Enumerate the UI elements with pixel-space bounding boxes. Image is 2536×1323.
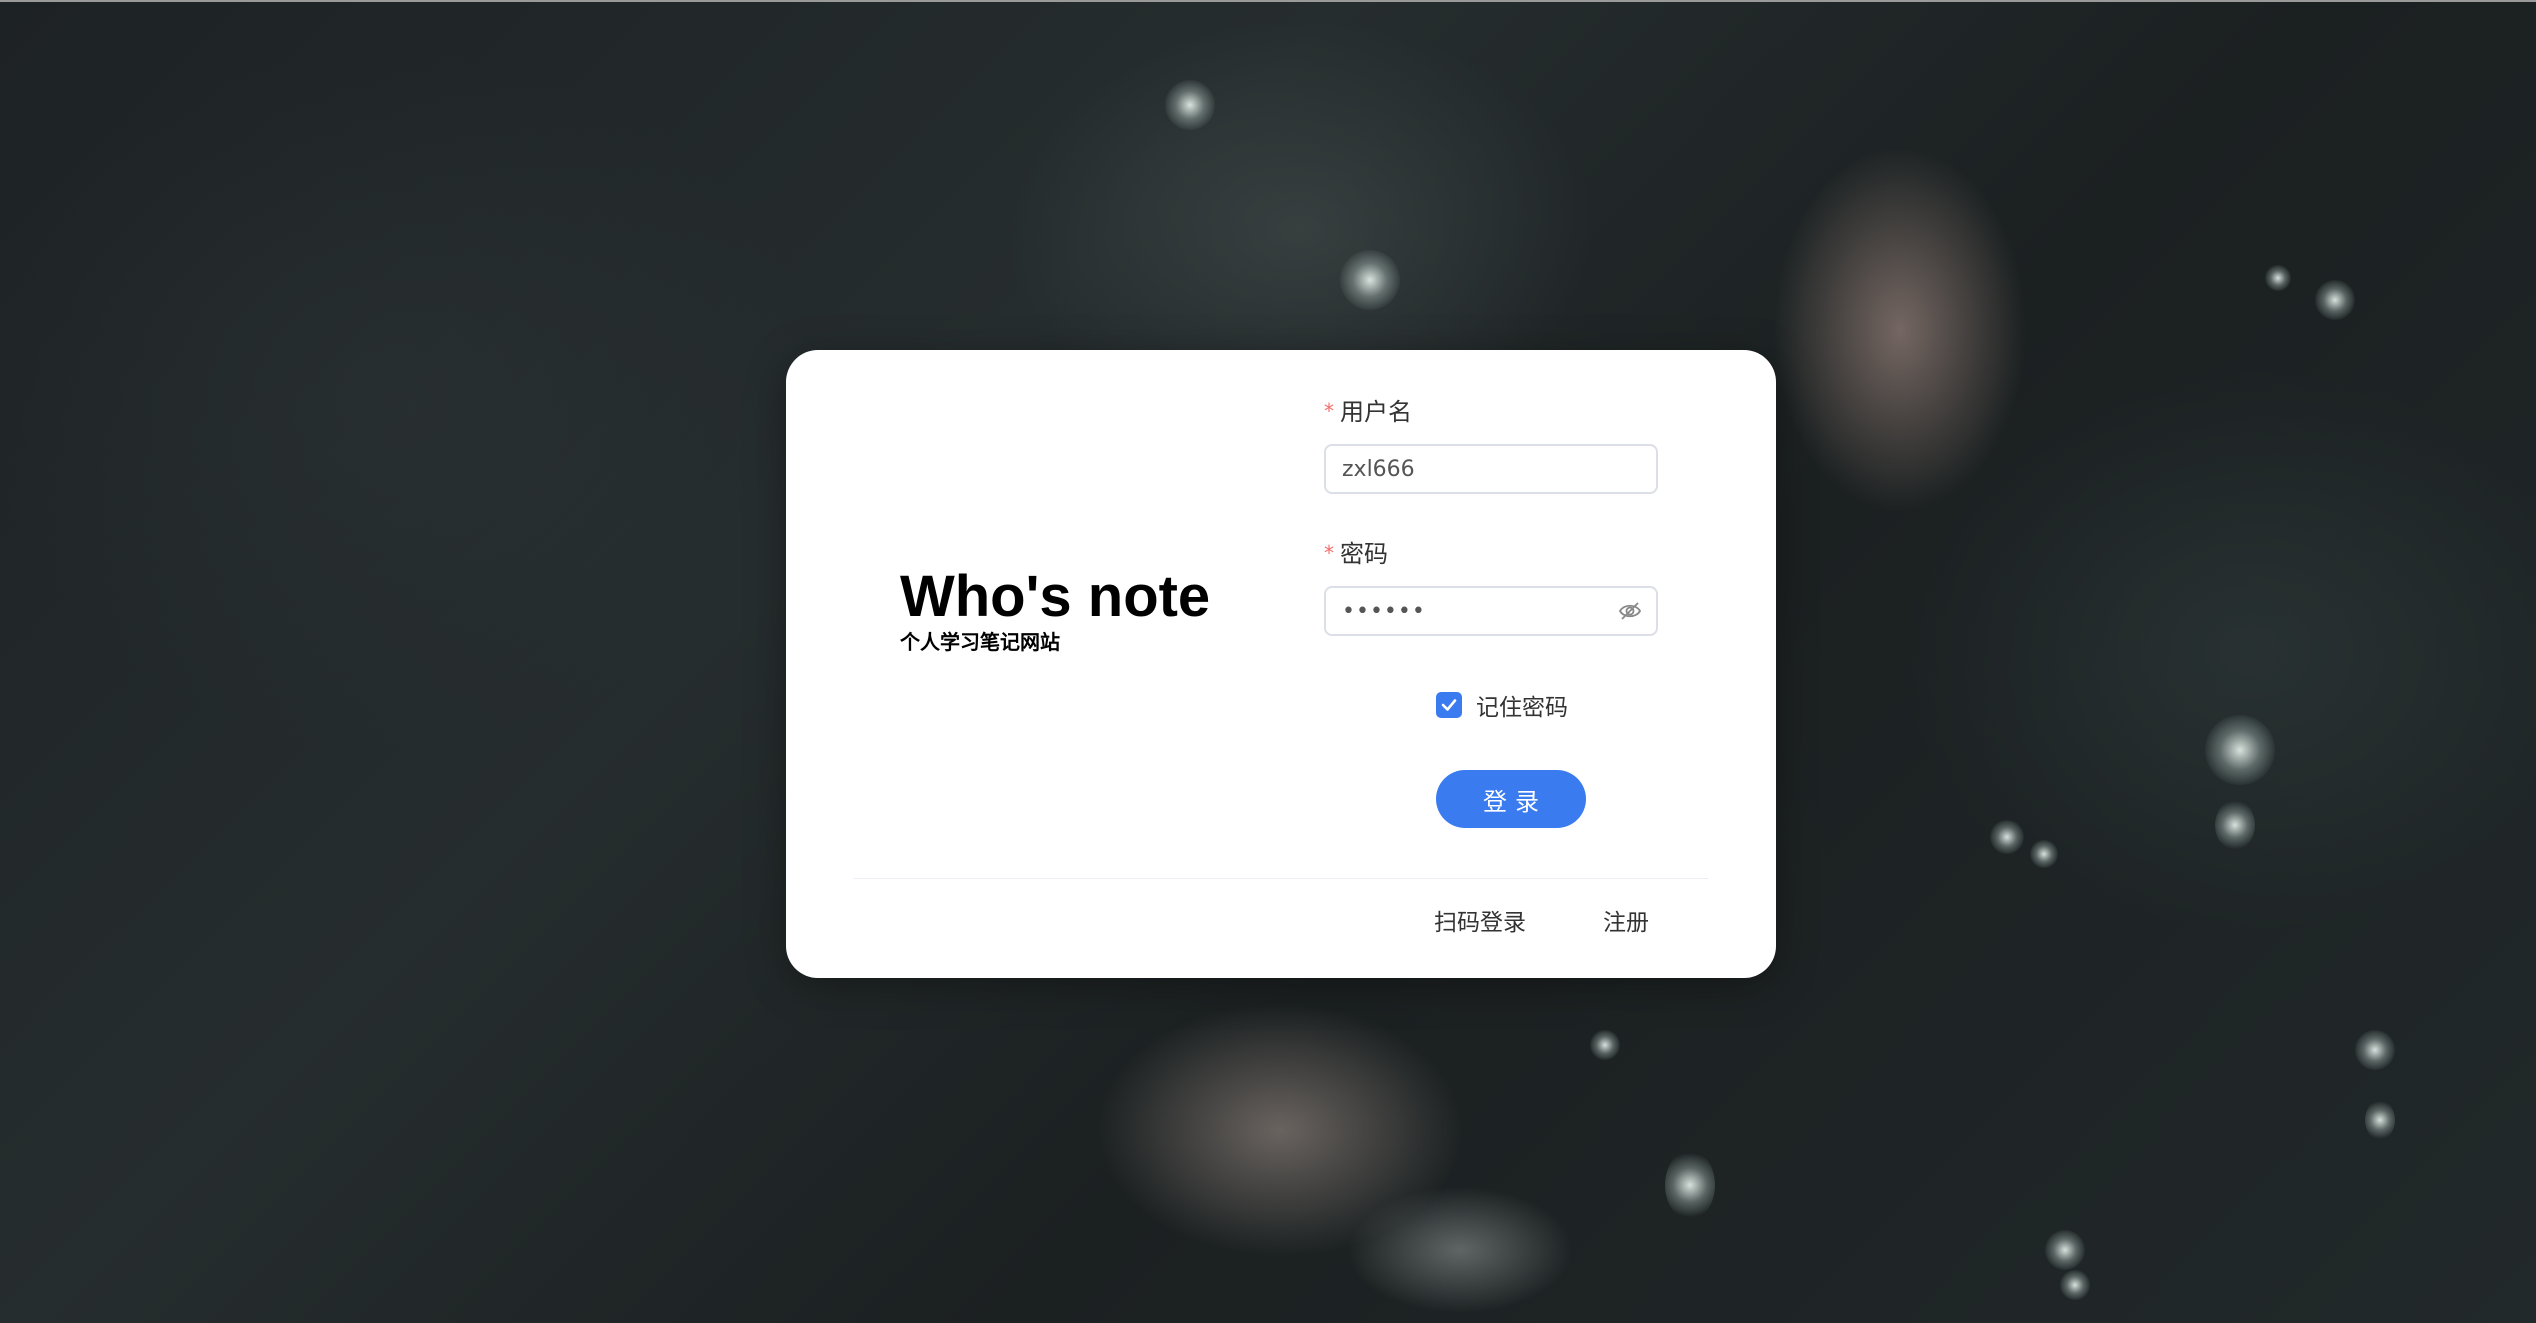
username-input[interactable] <box>1342 446 1602 492</box>
background-sparkle <box>2365 1100 2395 1140</box>
register-link[interactable]: 注册 <box>1603 912 1649 935</box>
background-sparkle <box>2030 840 2058 868</box>
brand-subtitle: 个人学习笔记网站 <box>900 630 1060 654</box>
login-button[interactable]: 登录 <box>1436 770 1586 828</box>
required-mark: * <box>1324 541 1334 565</box>
eye-off-icon[interactable] <box>1618 600 1642 622</box>
password-label-text: 密码 <box>1340 540 1388 568</box>
background-sparkle <box>1665 1150 1715 1220</box>
background-sparkle <box>1590 1030 1620 1060</box>
background-sparkle <box>2315 280 2355 320</box>
password-input[interactable] <box>1342 588 1602 634</box>
background-sparkle <box>1165 80 1215 130</box>
username-label: * 用户名 <box>1324 400 1412 424</box>
remember-checkbox[interactable] <box>1436 692 1462 718</box>
remember-password[interactable]: 记住密码 <box>1436 690 1568 721</box>
background-sparkle <box>2045 1230 2085 1270</box>
background-sparkle <box>2205 715 2275 785</box>
password-field[interactable] <box>1324 586 1658 636</box>
background-sparkle <box>2215 800 2255 850</box>
background-sparkle <box>2265 265 2291 291</box>
brand-title: Who's note <box>900 564 1211 629</box>
remember-label: 记住密码 <box>1476 695 1568 721</box>
password-label: * 密码 <box>1324 542 1388 566</box>
background-sparkle <box>1990 820 2024 854</box>
background-sparkle <box>2060 1270 2090 1300</box>
top-border <box>0 0 2536 2</box>
required-mark: * <box>1324 399 1334 423</box>
username-label-text: 用户名 <box>1340 398 1412 426</box>
username-field[interactable] <box>1324 444 1658 494</box>
background-sparkle <box>1340 250 1400 310</box>
check-icon <box>1441 699 1457 711</box>
divider <box>854 878 1708 879</box>
background-sparkle <box>2355 1030 2395 1070</box>
qr-login-link[interactable]: 扫码登录 <box>1434 912 1526 935</box>
login-card: Who's note 个人学习笔记网站 *用户名 *密码 记住密码 登录 扫码登… <box>786 350 1776 978</box>
